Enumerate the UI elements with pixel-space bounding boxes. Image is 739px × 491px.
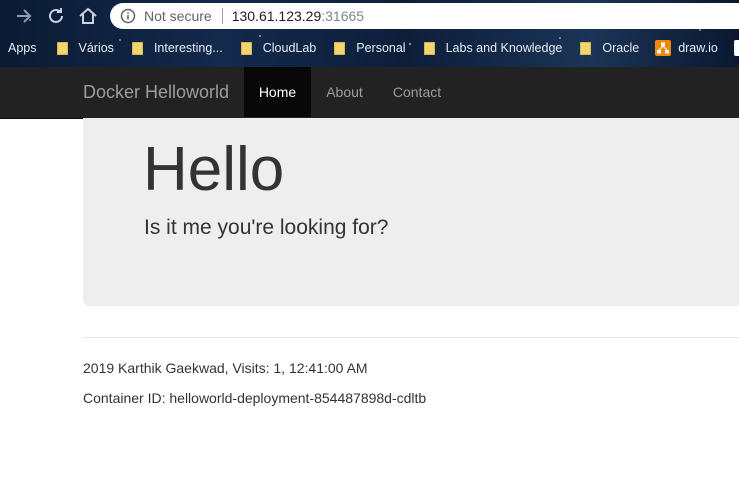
drawio-icon — [655, 40, 672, 56]
address-bar-row: Not secure 130.61.123.29:31665 — [0, 0, 739, 32]
bookmark-personal[interactable]: Personal — [334, 41, 406, 55]
bookmark-label: draw.io — [678, 41, 718, 55]
bookmark-overflow[interactable] — [733, 40, 739, 56]
bookmarks-bar: Apps Vários Interesting... CloudLab Pers… — [0, 33, 739, 63]
folder-icon — [240, 41, 252, 55]
site-navbar: Docker Helloworld Home About Contact — [0, 67, 739, 119]
bookmark-cloudlab[interactable]: CloudLab — [240, 41, 317, 55]
hero-heading: Hello — [143, 135, 285, 204]
bookmark-label: CloudLab — [262, 41, 317, 55]
bookmark-label: Personal — [356, 41, 406, 55]
forward-arrow-icon — [17, 9, 32, 23]
folder-icon — [423, 41, 435, 55]
bookmark-interesting[interactable]: Interesting... — [131, 41, 223, 55]
nav-home[interactable]: Home — [244, 67, 311, 117]
folder-icon — [580, 41, 592, 55]
bookmark-favicon-icon — [733, 40, 739, 56]
home-button[interactable] — [76, 4, 100, 28]
folder-icon — [56, 41, 68, 55]
info-icon[interactable] — [120, 8, 136, 24]
bookmark-label: Oracle — [602, 41, 640, 55]
browser-chrome: Not secure 130.61.123.29:31665 Apps Vári… — [0, 0, 739, 67]
url-port[interactable]: :31665 — [321, 8, 364, 24]
reload-button[interactable] — [44, 4, 68, 28]
nav-about[interactable]: About — [311, 67, 378, 117]
bookmark-label: Interesting... — [153, 41, 223, 55]
footer-container-id: Container ID: helloworld-deployment-8544… — [83, 390, 427, 406]
omnibox-divider — [221, 8, 223, 24]
bookmark-varios[interactable]: Vários — [56, 41, 114, 55]
folder-icon — [131, 41, 143, 55]
url-host[interactable]: 130.61.123.29 — [232, 8, 322, 24]
footer-visits: 2019 Karthik Gaekwad, Visits: 1, 12:41:0… — [83, 360, 368, 376]
bookmark-label: Vários — [78, 41, 114, 55]
home-icon — [79, 7, 97, 24]
navbar-brand[interactable]: Docker Helloworld — [83, 82, 229, 103]
omnibox[interactable]: Not secure 130.61.123.29:31665 — [110, 3, 739, 29]
forward-button[interactable] — [12, 4, 36, 28]
bookmark-oracle[interactable]: Oracle — [580, 41, 639, 55]
hero-lead: Is it me you're looking for? — [144, 216, 389, 239]
bookmark-labs-and-knowledge[interactable]: Labs and Knowledge — [423, 41, 563, 55]
footer-divider — [83, 337, 739, 338]
folder-icon — [334, 41, 346, 55]
reload-icon — [49, 8, 63, 23]
bookmark-label: Apps — [8, 41, 37, 55]
security-label[interactable]: Not secure — [144, 8, 212, 24]
bookmark-apps[interactable]: Apps — [8, 41, 37, 55]
nav-contact[interactable]: Contact — [378, 67, 456, 117]
bookmark-label: Labs and Knowledge — [445, 41, 563, 55]
bookmark-drawio[interactable]: draw.io — [655, 40, 718, 56]
jumbotron: Hello Is it me you're looking for? — [83, 118, 739, 306]
